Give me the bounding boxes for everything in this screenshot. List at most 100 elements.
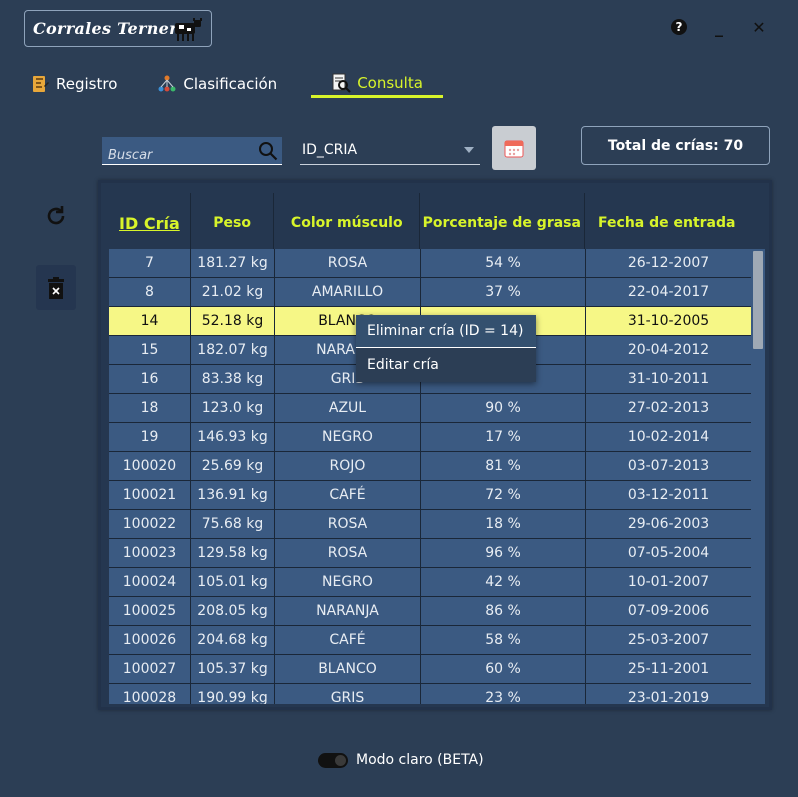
- minimize-button[interactable]: _: [710, 18, 728, 37]
- refresh-icon[interactable]: [44, 204, 68, 228]
- table-cell: 100026: [109, 626, 191, 654]
- table-row[interactable]: 100020 25.69 kg ROJO 81 % 03-07-2013: [109, 452, 751, 481]
- table-cell: 100022: [109, 510, 191, 538]
- table-cell: 21.02 kg: [191, 278, 275, 306]
- help-icon: ?: [671, 19, 687, 35]
- close-button[interactable]: ✕: [750, 18, 768, 37]
- table-cell: 136.91 kg: [191, 481, 275, 509]
- table-row[interactable]: 100022 75.68 kg ROSA 18 % 29-06-2003: [109, 510, 751, 539]
- tab-registro[interactable]: Registro: [24, 70, 123, 98]
- table-cell: 105.37 kg: [191, 655, 275, 683]
- table-cell: 17 %: [421, 423, 586, 451]
- table-row[interactable]: 100026 204.68 kg CAFÉ 58 % 25-03-2007: [109, 626, 751, 655]
- chevron-down-icon: [464, 147, 474, 153]
- light-mode-toggle[interactable]: [318, 752, 348, 768]
- table-cell: ROJO: [275, 452, 421, 480]
- table-cell: 31-10-2005: [627, 313, 710, 329]
- table-cell: 25-03-2007: [627, 632, 710, 648]
- table-row[interactable]: 100028 190.99 kg GRIS 23 % 23-01-2019: [109, 684, 751, 704]
- table-cell: CAFÉ: [275, 626, 421, 654]
- table-cell: 26-12-2007: [627, 255, 710, 271]
- light-mode-label: Modo claro (BETA): [356, 752, 484, 768]
- table-cell: ROSA: [275, 510, 421, 538]
- calendar-icon: [504, 140, 524, 158]
- table-row[interactable]: 8 21.02 kg AMARILLO 37 % 22-04-2017: [109, 278, 751, 307]
- table-cell: 105.01 kg: [191, 568, 275, 596]
- search-input[interactable]: [106, 145, 258, 165]
- column-header[interactable]: Porcentaje de grasa: [420, 193, 585, 253]
- table-cell: 75.68 kg: [191, 510, 275, 538]
- app-window: Corrales Ternero ? _ ✕ Registro Clasific…: [0, 0, 798, 797]
- table-cell: 07-09-2006: [627, 603, 710, 619]
- table-cell: ROSA: [275, 539, 421, 567]
- table-cell: 182.07 kg: [191, 336, 275, 364]
- register-icon: [33, 76, 49, 92]
- table-cell: 10-02-2014: [627, 429, 710, 445]
- table-cell: AZUL: [275, 394, 421, 422]
- table-row[interactable]: 100024 105.01 kg NEGRO 42 % 10-01-2007: [109, 568, 751, 597]
- tab-clasificacion[interactable]: Clasificación: [151, 70, 283, 98]
- search-box: [102, 137, 282, 165]
- table-cell: 208.05 kg: [191, 597, 275, 625]
- table-cell: 52.18 kg: [191, 307, 275, 335]
- table-cell: 83.38 kg: [191, 365, 275, 393]
- table-cell: 96 %: [421, 539, 586, 567]
- table-cell: 31-10-2011: [627, 371, 710, 387]
- column-header[interactable]: Fecha de entrada: [585, 193, 749, 253]
- search-icon[interactable]: [258, 141, 278, 161]
- table-cell: NEGRO: [275, 423, 421, 451]
- table-cell: 204.68 kg: [191, 626, 275, 654]
- column-header[interactable]: Peso: [191, 193, 275, 253]
- table-row[interactable]: 7 181.27 kg ROSA 54 % 26-12-2007: [109, 249, 751, 278]
- vertical-scrollbar[interactable]: [751, 249, 765, 704]
- tree-icon: [158, 75, 176, 92]
- filter-column-select[interactable]: ID_CRIA: [300, 137, 480, 165]
- delete-button[interactable]: [36, 265, 76, 310]
- table-cell: 37 %: [421, 278, 586, 306]
- table-cell: 60 %: [421, 655, 586, 683]
- table-cell: CAFÉ: [275, 481, 421, 509]
- table-cell: 81 %: [421, 452, 586, 480]
- table-cell: 10-01-2007: [627, 574, 710, 590]
- table-cell: 90 %: [421, 394, 586, 422]
- table-header: ID Cría Peso Color músculo Porcentaje de gr…: [109, 193, 749, 253]
- table-cell: 18 %: [421, 510, 586, 538]
- cow-icon: [175, 18, 202, 41]
- scrollbar-thumb[interactable]: [753, 251, 763, 349]
- trash-icon: [48, 276, 64, 299]
- results-table: ID Cría Peso Color músculo Porcentaje de gr…: [98, 180, 772, 710]
- table-cell: NARANJA: [275, 597, 421, 625]
- table-row[interactable]: 100027 105.37 kg BLANCO 60 % 25-11-2001: [109, 655, 751, 684]
- table-cell: 8: [109, 278, 191, 306]
- table-cell: 86 %: [421, 597, 586, 625]
- tab-bar: Registro Clasificación Consulta: [24, 70, 443, 98]
- table-cell: 72 %: [421, 481, 586, 509]
- table-cell: 181.27 kg: [191, 249, 275, 277]
- help-button[interactable]: ?: [670, 18, 688, 36]
- table-cell: 20-04-2012: [627, 342, 710, 358]
- column-header[interactable]: ID Cría: [109, 193, 191, 253]
- menu-item-edit[interactable]: Editar cría: [356, 348, 536, 381]
- table-cell: 23-01-2019: [627, 690, 710, 704]
- filter-selected-value: ID_CRIA: [302, 142, 358, 158]
- table-cell: 07-05-2004: [627, 545, 710, 561]
- tab-consulta[interactable]: Consulta: [311, 70, 443, 98]
- table-cell: 22-04-2017: [627, 284, 710, 300]
- theme-toggle-row: Modo claro (BETA): [318, 752, 484, 768]
- table-cell: 42 %: [421, 568, 586, 596]
- tab-label: Registro: [56, 75, 118, 93]
- column-header[interactable]: Color músculo: [274, 193, 421, 253]
- table-row[interactable]: 100025 208.05 kg NARANJA 86 % 07-09-2006: [109, 597, 751, 626]
- table-cell: 129.58 kg: [191, 539, 275, 567]
- table-cell: 25.69 kg: [191, 452, 275, 480]
- table-cell: 14: [109, 307, 191, 335]
- table-cell: 58 %: [421, 626, 586, 654]
- menu-item-delete[interactable]: Eliminar cría (ID = 14): [356, 315, 536, 348]
- table-cell: AMARILLO: [275, 278, 421, 306]
- date-filter-button[interactable]: [492, 126, 536, 170]
- table-row[interactable]: 18 123.0 kg AZUL 90 % 27-02-2013: [109, 394, 751, 423]
- table-row[interactable]: 100023 129.58 kg ROSA 96 % 07-05-2004: [109, 539, 751, 568]
- table-row[interactable]: 100021 136.91 kg CAFÉ 72 % 03-12-2011: [109, 481, 751, 510]
- table-cell: 03-07-2013: [627, 458, 710, 474]
- table-row[interactable]: 19 146.93 kg NEGRO 17 % 10-02-2014: [109, 423, 751, 452]
